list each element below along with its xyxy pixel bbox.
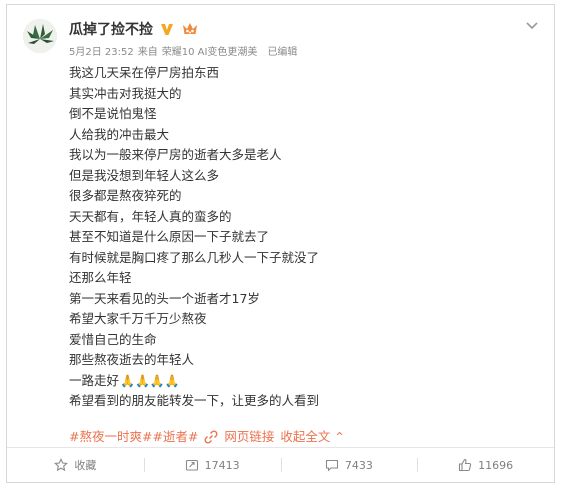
chevron-down-icon[interactable] [524,17,540,33]
post-line: 希望看到的朋友能转发一下，让更多的人看到 [69,393,320,408]
post-line-with-emoji: 一路走好🙏🙏🙏🙏 [69,371,539,392]
repost-button[interactable]: 17413 [143,448,281,482]
post-line: 倒不是说怕鬼怪 [69,106,157,121]
web-link[interactable]: 网页链接 [224,428,274,446]
comment-icon [325,459,338,472]
post-line: 有时候就是胸口疼了那么几秒人一下子就没了 [69,249,320,265]
post-content: 我这几天呆在停尸房拍东西 其实冲击对我挺大的 倒不是说怕鬼怪 人给我的冲击最大 … [69,63,539,412]
post-source[interactable]: 荣耀10 AI变色更潮美 [162,43,258,58]
like-count: 11696 [478,458,514,472]
comment-button[interactable]: 7433 [280,448,418,482]
post-meta: 5月2日 23:52 来自 荣耀10 AI变色更潮美 已编辑 [69,43,297,58]
thumbs-up-icon [459,458,472,472]
post-line: 天天都有，年轻人真的蛮多的 [69,208,232,224]
favorite-button[interactable]: 收藏 [7,448,144,482]
post-date[interactable]: 5月2日 23:52 [69,43,134,58]
weibo-post-card: 瓜掉了捡不捡 5月2日 23:52 来自 荣耀10 AI变色更潮美 已编辑 我这… [6,4,555,483]
hashtag-deceased[interactable]: #逝者# [152,429,198,444]
edited-label[interactable]: 已编辑 [267,43,297,58]
action-toolbar: 收藏 17413 7433 11696 [7,447,554,482]
favorite-label: 收藏 [74,459,97,472]
pray-hands-emoji: 🙏🙏🙏🙏 [120,373,180,388]
like-button[interactable]: 11696 [417,448,554,482]
post-line: 那些熬夜逝去的年轻人 [69,352,195,367]
post-line: 很多都是熬夜猝死的 [69,188,182,203]
post-line: 还那么年轻 [69,270,132,285]
hashtag-group: #熬夜一时爽##逝者# [69,428,198,446]
hashtag-row: #熬夜一时爽##逝者# 网页链接 收起全文 ⌃ [69,428,345,446]
hashtag-staying-up[interactable]: #熬夜一时爽# [69,429,152,444]
repost-count: 17413 [204,458,240,472]
repost-icon [185,459,198,471]
post-line: 第一天来看见的头一个逝者才17岁 [69,290,260,306]
post-line: 其实冲击对我挺大的 [69,85,182,101]
source-prefix: 来自 [137,47,158,58]
collapse-full-text-link[interactable]: 收起全文 ⌃ [280,428,344,446]
post-line: 爱惜自己的生命 [69,331,157,347]
post-line: 我以为一般来停尸房的逝者大多是老人 [69,147,282,162]
username[interactable]: 瓜掉了捡不捡 [69,19,153,39]
avatar-palm-image [23,19,57,53]
post-line-text: 一路走好 [69,372,120,388]
post-line: 人给我的冲击最大 [69,126,170,142]
link-icon [204,430,218,444]
comment-count: 7433 [344,458,373,472]
verified-v-icon [159,21,175,37]
post-line: 甚至不知道是什么原因一下子就去了 [69,229,270,244]
post-line: 希望大家千万千万少熬夜 [69,311,207,326]
username-row: 瓜掉了捡不捡 [69,19,199,39]
star-icon [54,458,69,472]
post-line: 但是我没想到年轻人这么多 [69,167,220,183]
avatar[interactable] [23,19,57,53]
post-line: 我这几天呆在停尸房拍东西 [69,65,220,80]
member-crown-icon [181,21,199,37]
